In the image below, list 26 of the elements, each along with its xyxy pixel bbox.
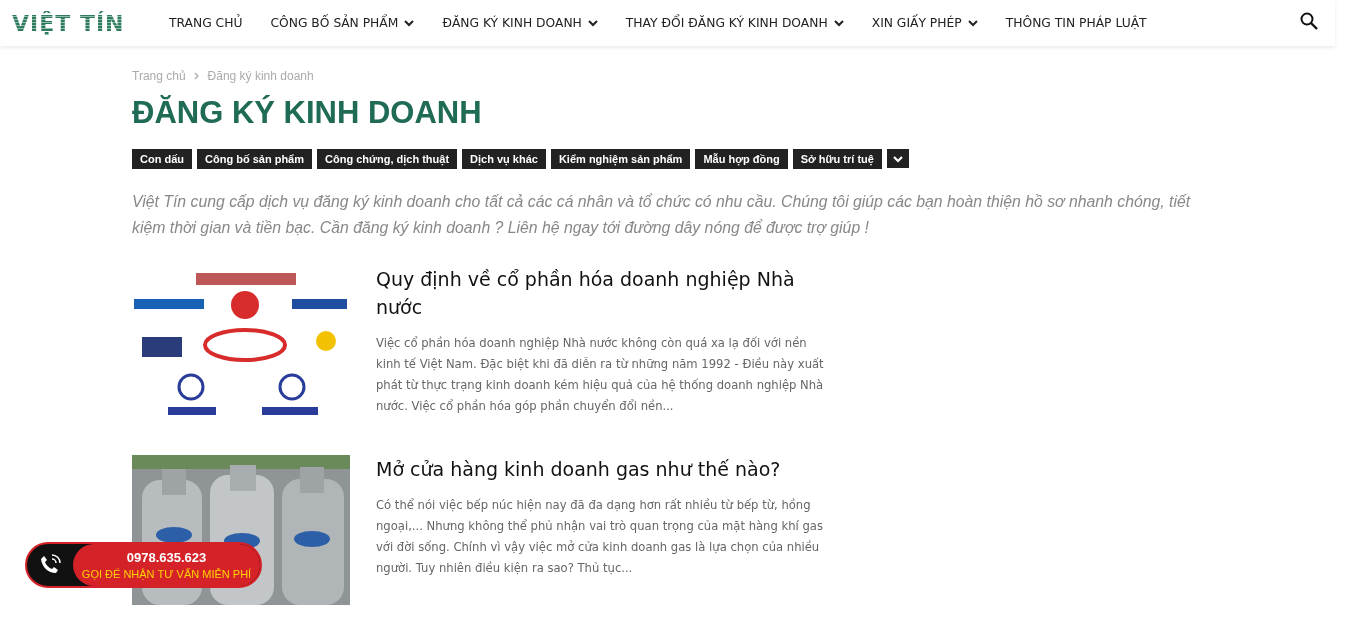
category-tag[interactable]: Kiểm nghiệm sản phẩm (550, 149, 691, 169)
category-tag[interactable]: Con dấu (132, 149, 192, 169)
nav-item[interactable]: TRANG CHỦ (155, 16, 257, 30)
more-button[interactable] (886, 149, 909, 168)
hotline-caption: GỌI ĐỂ NHẬN TƯ VẤN MIỄN PHÍ (81, 568, 252, 580)
nav-item[interactable]: CÔNG BỐ SẢN PHẨM (256, 16, 429, 30)
nav-item[interactable]: ĐĂNG KÝ KINH DOANH (428, 16, 612, 30)
article-excerpt: Có thể nói việc bếp núc hiện nay đã đa dạng hơn rất nhiều từ bếp từ, hồng ngoại,... Nhưng không thể phủ nhận vai trò quan trọng của mặt hàng khí gas với đời sống. Chính vì vậy việc mở cửa kinh doanh gas là lựa chọn của nhiều người. Tuy nhiên điều kiện ra sao? Thủ tục... (376, 497, 824, 577)
article-excerpt: Việc cổ phần hóa doanh nghiệp Nhà nước không còn quá xa lạ đối với nền kinh tế Việt Nam. Đặc biệt khi đã diễn ra từ những năm 1992 - Điều này xuất phát từ thực trạng kinh doanh kém hiệu quả của hệ thống doanh nghiệp Nhà nước. Việc cổ phần hóa góp phần chuyển đổi nền... (376, 335, 825, 415)
nav-item[interactable]: XIN GIẤY PHÉP (857, 16, 992, 30)
hotline-button[interactable]: 0978.635.623 GỌI ĐỂ NHẬN TƯ VẤN MIỄN PHÍ (25, 542, 262, 588)
phone-number: 0978.635.623 (126, 550, 207, 565)
search-icon[interactable] (1300, 12, 1318, 30)
page-title: ĐĂNG KÝ KINH DOANH (132, 95, 483, 131)
article-title[interactable]: Mở cửa hàng kinh doanh gas như thế nào? (376, 455, 831, 483)
article-title[interactable]: Quy định về cổ phần hóa doanh nghiệp Nhà nước (376, 265, 831, 321)
intro-text: Việt Tín cung cấp dịch vụ đăng ký kinh doanh cho tất cả các cá nhân và tổ chức có nhu cầu. Chúng tôi giúp các bạn hoàn thiện hồ sơ nhanh chóng, tiết kiệm thời gian và tiền bạc. Cần đăng ký kinh doanh ? Liên hệ ngay tới đường dây nóng để được trợ giúp ! (132, 192, 1192, 238)
category-tag[interactable]: Sở hữu trí tuệ (792, 149, 882, 169)
chevron-right-icon (193, 72, 200, 80)
category-tag[interactable]: Dịch vụ khác (462, 149, 546, 169)
chevron-down-icon (892, 154, 903, 163)
nav-item[interactable]: THÔNG TIN PHÁP LUẬT (991, 16, 1161, 30)
category-tag[interactable]: Công bố sản phẩm (197, 149, 312, 169)
category-tag[interactable]: Công chứng, dịch thuật (317, 149, 458, 169)
nav-item[interactable]: THAY ĐỔI ĐĂNG KÝ KINH DOANH (611, 16, 858, 30)
category-tag[interactable]: Mẫu hợp đồng (695, 149, 788, 169)
